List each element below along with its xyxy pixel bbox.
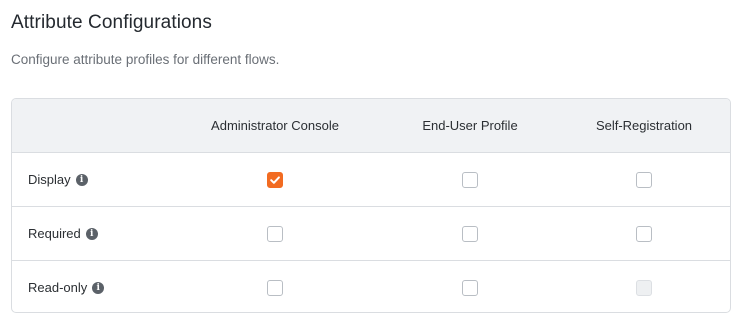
checkbox-display-end-user-profile[interactable] <box>462 171 478 188</box>
table-header-row: Administrator Console End-User Profile S… <box>12 99 730 153</box>
cell-read-only-self-registration <box>632 261 656 312</box>
page-title: Attribute Configurations <box>11 12 212 33</box>
cell-display-self-registration <box>632 153 656 206</box>
checkbox-display-self-registration[interactable] <box>636 171 652 188</box>
table-row-display: Display i <box>12 153 730 207</box>
checkbox-required-end-user-profile[interactable] <box>462 225 478 242</box>
attribute-config-table: Administrator Console End-User Profile S… <box>11 98 731 313</box>
checkbox-display-administrator-console[interactable] <box>267 171 283 188</box>
table-row-required: Required i <box>12 207 730 261</box>
checkbox-read-only-administrator-console[interactable] <box>267 279 283 296</box>
column-header-administrator-console: Administrator Console <box>211 118 339 133</box>
checkbox-read-only-self-registration-disabled <box>636 279 652 296</box>
cell-required-administrator-console <box>263 207 287 260</box>
info-icon[interactable]: i <box>92 281 105 294</box>
cell-read-only-end-user-profile <box>458 261 482 312</box>
row-label-required: Required i <box>28 207 98 260</box>
row-label-text: Display <box>28 172 71 187</box>
cell-required-self-registration <box>632 207 656 260</box>
column-header-self-registration: Self-Registration <box>595 118 693 133</box>
checkbox-required-self-registration[interactable] <box>636 225 652 242</box>
checkbox-read-only-end-user-profile[interactable] <box>462 279 478 296</box>
checkbox-required-administrator-console[interactable] <box>267 225 283 242</box>
info-icon[interactable]: i <box>75 173 88 186</box>
cell-required-end-user-profile <box>458 207 482 260</box>
cell-display-end-user-profile <box>458 153 482 206</box>
column-header-end-user-profile: End-User Profile <box>422 118 518 133</box>
cell-read-only-administrator-console <box>263 261 287 312</box>
info-icon[interactable]: i <box>85 227 98 240</box>
page-subtitle: Configure attribute profiles for differe… <box>11 52 280 67</box>
row-label-display: Display i <box>28 153 88 206</box>
row-label-read-only: Read-only i <box>28 261 105 312</box>
row-label-text: Read-only <box>28 280 88 295</box>
cell-display-administrator-console <box>263 153 287 206</box>
table-row-read-only: Read-only i <box>12 261 730 312</box>
checkmark-icon <box>270 175 280 184</box>
row-label-text: Required <box>28 226 81 241</box>
attribute-configurations-page: Attribute Configurations Configure attri… <box>0 0 745 334</box>
